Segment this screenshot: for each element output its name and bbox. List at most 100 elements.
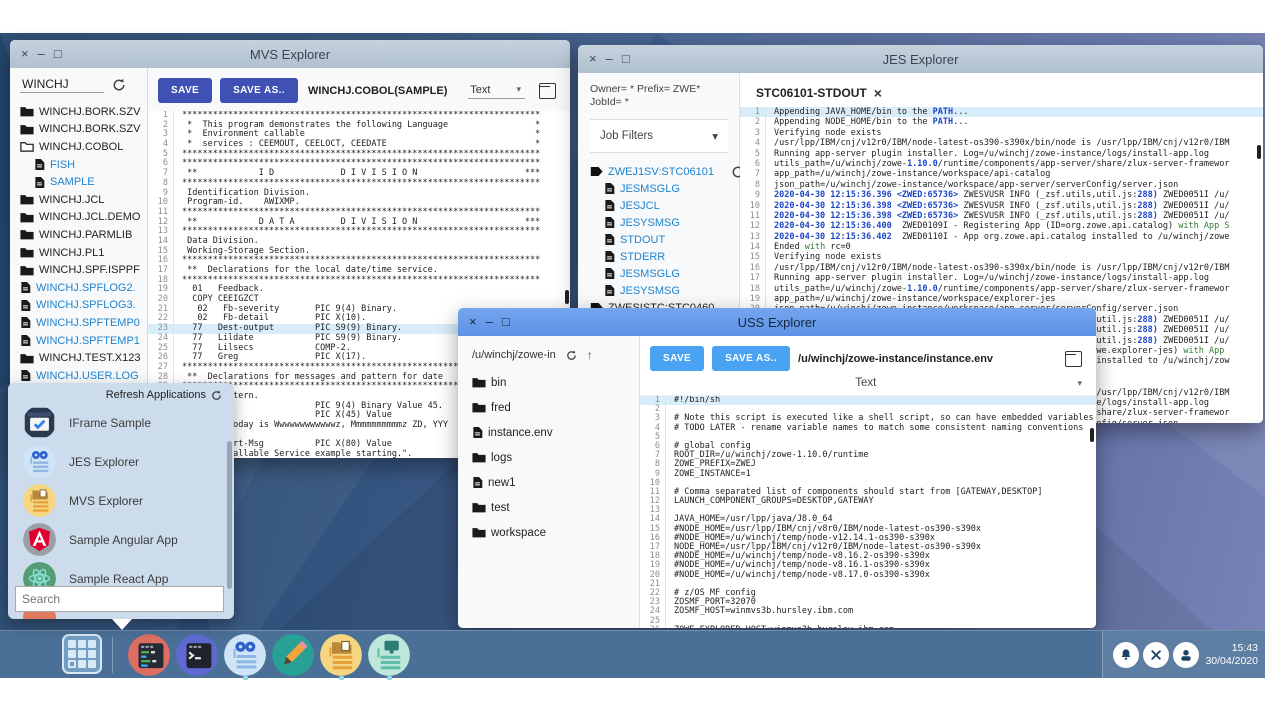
tree-item-label: SAMPLE [50, 176, 95, 188]
code-line: 12LAUNCH_COMPONENT_GROUPS=DESKTOP,GATEWA… [640, 497, 1096, 506]
line-number: 13 [740, 232, 765, 242]
mvs-titlebar[interactable]: × – □ MVS Explorer [10, 40, 570, 68]
close-icon[interactable]: × [21, 40, 29, 68]
taskbar-app-mvs-explorer[interactable] [320, 634, 362, 676]
scrollbar-thumb[interactable] [1090, 428, 1094, 442]
tree-item-fish[interactable]: FISH [20, 156, 147, 174]
maximize-icon[interactable]: □ [622, 45, 630, 73]
notifications-bell-icon[interactable] [1113, 642, 1139, 668]
tree-item-winchj-user-log[interactable]: WINCHJ.USER.LOG [20, 367, 147, 385]
tree-item-winchj-bork-szv[interactable]: WINCHJ.BORK.SZV [20, 121, 147, 139]
up-directory-icon[interactable]: ↑ [587, 348, 593, 362]
maximize-icon[interactable]: □ [502, 308, 510, 336]
refresh-icon[interactable] [112, 78, 126, 92]
tree-item-jesmsglg[interactable]: JESMSGLG [590, 180, 739, 197]
tree-item-jesysmsg[interactable]: JESYSMSG [590, 282, 739, 299]
tree-item-winchj-spftemp0[interactable]: WINCHJ.SPFTEMP0 [20, 314, 147, 332]
close-tab-icon[interactable]: × [874, 85, 882, 101]
app-launcher-button[interactable] [62, 634, 102, 674]
uss-code-editor[interactable]: 1#!/bin/sh23# Note this script is execut… [640, 396, 1096, 628]
user-account-icon[interactable] [1173, 642, 1199, 668]
launcher-app-iframe-sample[interactable]: IFrame Sample [8, 403, 234, 442]
tree-item-winchj-pl1[interactable]: WINCHJ.PL1 [20, 244, 147, 262]
tree-item-instance-env[interactable]: instance.env [472, 420, 639, 445]
taskbar-app-jes-explorer[interactable] [224, 634, 266, 676]
save-as-button[interactable]: SAVE AS.. [220, 78, 298, 103]
tree-item-winchj-parmlib[interactable]: WINCHJ.PARMLIB [20, 226, 147, 244]
tree-item-winchj-spf-isppf[interactable]: WINCHJ.SPF.ISPPF [20, 261, 147, 279]
taskbar-app-uss-explorer[interactable] [368, 634, 410, 676]
launcher-app-sample-angular-app[interactable]: Sample Angular App [8, 520, 234, 559]
tree-item-stderr[interactable]: STDERR [590, 248, 739, 265]
refresh-icon[interactable] [566, 350, 577, 361]
close-icon[interactable]: × [589, 45, 597, 73]
minimize-icon[interactable]: – [606, 45, 613, 73]
tree-item-fred[interactable]: fred [472, 395, 639, 420]
app-search-input[interactable] [15, 586, 224, 612]
dataset-filter-input[interactable] [20, 76, 104, 93]
tree-item-jesjcl[interactable]: JESJCL [590, 197, 739, 214]
scrollbar-thumb[interactable] [565, 290, 569, 304]
line-number: 17 [740, 273, 765, 283]
app-launcher-menu: Refresh Applications IFrame Sample JES Ex… [8, 383, 234, 619]
doc-icon [20, 281, 31, 294]
minimize-icon[interactable]: – [486, 308, 493, 336]
tree-item-winchj-test-x123[interactable]: WINCHJ.TEST.X123 [20, 349, 147, 367]
tree-item-sample[interactable]: SAMPLE [20, 173, 147, 191]
refresh-icon[interactable] [211, 390, 222, 401]
save-button[interactable]: SAVE [158, 78, 212, 103]
tree-item-label: STDERR [620, 251, 665, 263]
tree-item-jesysmsg[interactable]: JESYSMSG [590, 214, 739, 231]
settings-tools-icon[interactable] [1143, 642, 1169, 668]
tree-item-winchj-spftemp1[interactable]: WINCHJ.SPFTEMP1 [20, 332, 147, 350]
tree-item-winchj-spflog3-[interactable]: WINCHJ.SPFLOG3. [20, 297, 147, 315]
tree-item-winchj-spflog2-[interactable]: WINCHJ.SPFLOG2. [20, 279, 147, 297]
tree-item-zwej1sv-stc06101[interactable]: ZWEJ1SV:STC06101 [590, 163, 739, 180]
code-line: 1Appending JAVA_HOME/bin to the PATH... [740, 107, 1263, 117]
jes-titlebar[interactable]: × – □ JES Explorer [578, 45, 1263, 73]
line-number: 5 [640, 433, 665, 442]
menu-scrollbar[interactable] [227, 441, 232, 589]
line-number: 11 [740, 211, 765, 221]
syntax-mode-select[interactable]: Text ▾ [468, 83, 525, 99]
close-icon[interactable]: × [469, 308, 477, 336]
save-as-button[interactable]: SAVE AS.. [712, 346, 790, 371]
launcher-app-label: Sample Angular App [69, 533, 178, 547]
open-in-window-icon[interactable] [539, 83, 556, 99]
tree-item-label: new1 [488, 477, 516, 489]
taskbar-app-editor[interactable] [272, 634, 314, 676]
save-button[interactable]: SAVE [650, 346, 704, 371]
launcher-app-mvs-explorer[interactable]: MVS Explorer [8, 481, 234, 520]
syntax-mode-select[interactable]: Text ▾ [640, 375, 1096, 396]
tree-item-logs[interactable]: logs [472, 445, 639, 470]
tree-item-test[interactable]: test [472, 495, 639, 520]
taskbar-app-tn3270-terminal[interactable] [128, 634, 170, 676]
line-number: 1 [640, 396, 665, 405]
tree-item-new1[interactable]: new1 [472, 470, 639, 495]
scrollbar-thumb[interactable] [1257, 145, 1261, 159]
uss-titlebar[interactable]: × – □ USS Explorer [458, 308, 1096, 336]
tree-item-workspace[interactable]: workspace [472, 520, 639, 545]
tab-stc06101-stdout[interactable]: STC06101-STDOUT [756, 86, 867, 100]
maximize-icon[interactable]: □ [54, 40, 62, 68]
tree-item-winchj-jcl[interactable]: WINCHJ.JCL [20, 191, 147, 209]
taskbar-app-vt-terminal[interactable] [176, 634, 218, 676]
open-in-window-icon[interactable] [1065, 351, 1082, 367]
tree-item-winchj-bork-szv[interactable]: WINCHJ.BORK.SZV [20, 103, 147, 121]
launcher-app-label: IFrame Sample [69, 416, 151, 430]
minimize-icon[interactable]: – [38, 40, 45, 68]
tree-item-stdout[interactable]: STDOUT [590, 231, 739, 248]
code-line: 4/usr/lpp/IBM/cnj/v12r0/IBM/node-latest-… [740, 138, 1263, 148]
code-line: 102020-04-30 12:15:36.398 <ZWED:65736> Z… [740, 201, 1263, 211]
uss-explorer-window[interactable]: × – □ USS Explorer /u/winchj/zowe-in ↑ b… [458, 308, 1096, 628]
job-filters-dropdown[interactable]: Job Filters ▾ [590, 119, 728, 153]
refresh-applications-label[interactable]: Refresh Applications [106, 389, 206, 401]
tree-item-bin[interactable]: bin [472, 370, 639, 395]
tree-item-winchj-jcl-demo[interactable]: WINCHJ.JCL.DEMO [20, 209, 147, 227]
launcher-app-jes-explorer[interactable]: JES Explorer [8, 442, 234, 481]
code-line: 16/usr/lpp/IBM/cnj/v12r0/IBM/node-latest… [740, 263, 1263, 273]
tree-item-winchj-cobol[interactable]: WINCHJ.COBOL [20, 138, 147, 156]
line-number: 14 [740, 242, 765, 252]
uss-path-input[interactable]: /u/winchj/zowe-in [472, 349, 556, 361]
tree-item-jesmsglg[interactable]: JESMSGLG [590, 265, 739, 282]
